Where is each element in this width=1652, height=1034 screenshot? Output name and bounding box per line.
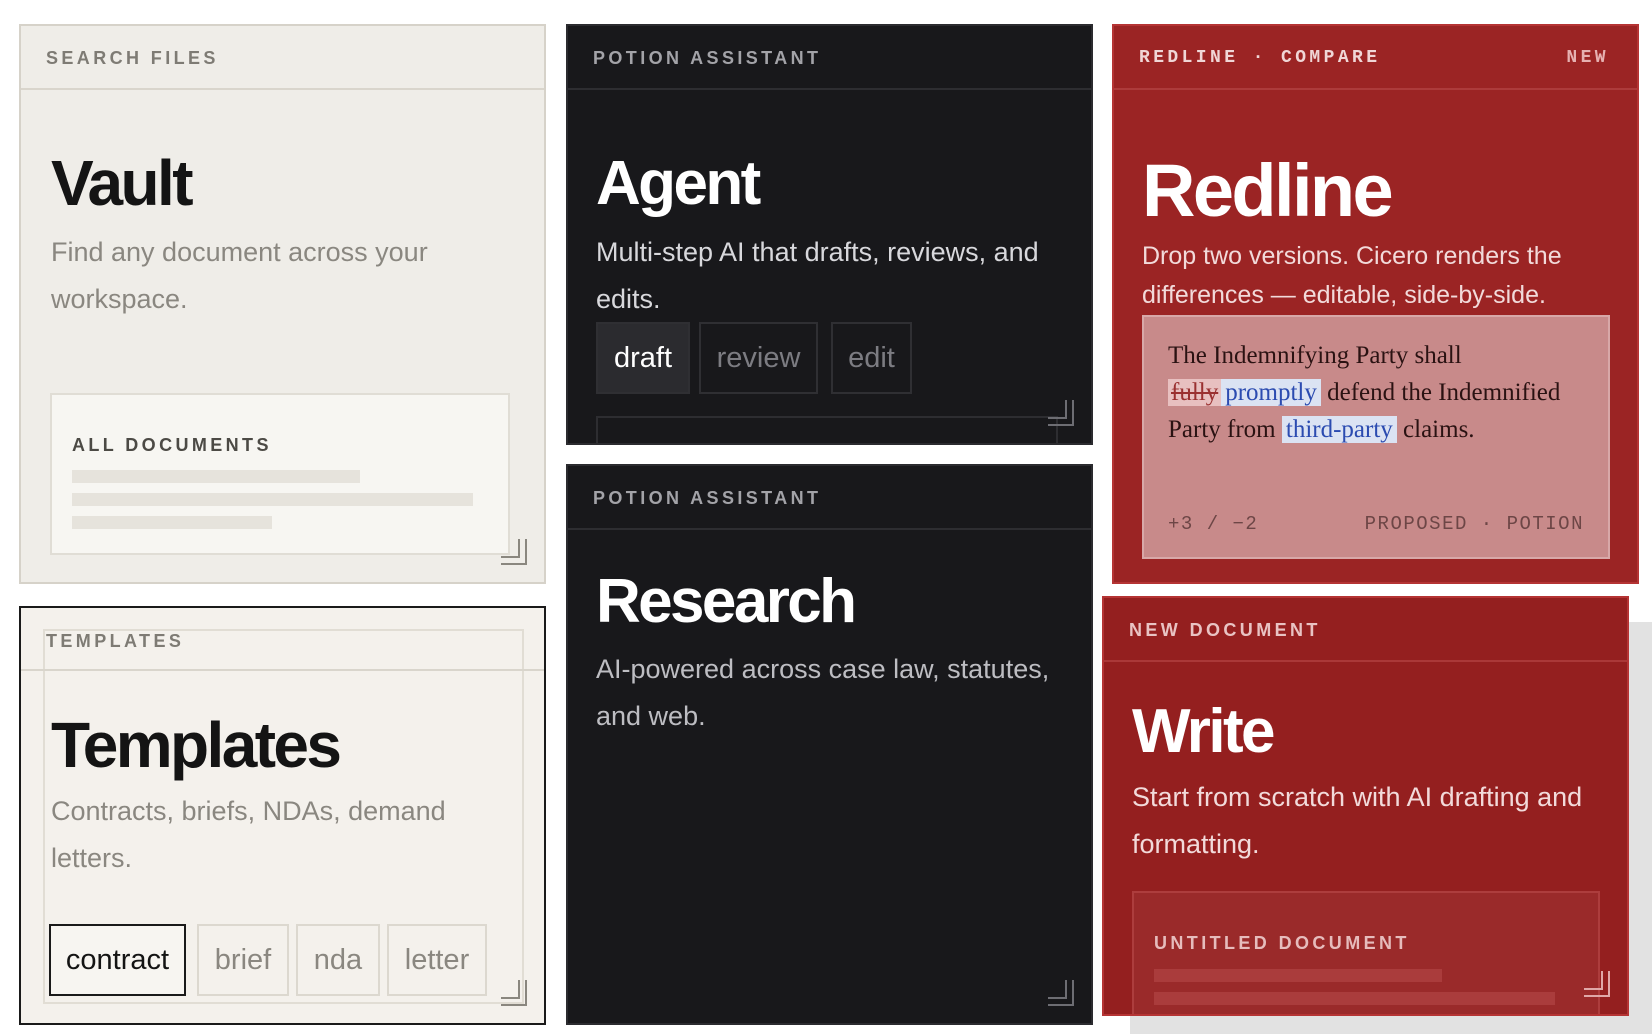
- redline-header: REDLINE · COMPARE NEW: [1114, 26, 1637, 90]
- proposal-status: PROPOSED · POTION: [1364, 513, 1584, 535]
- placeholder-line: [1154, 992, 1555, 1005]
- agent-title: Agent: [596, 149, 761, 218]
- doc-text: claims.: [1403, 416, 1475, 443]
- resize-corner-icon[interactable]: [501, 980, 527, 1006]
- placeholder-line: [1154, 969, 1442, 982]
- redline-header-label: REDLINE · COMPARE: [1139, 48, 1381, 68]
- agent-input-box[interactable]: [596, 416, 1058, 443]
- research-title: Research: [596, 567, 857, 636]
- vault-header: SEARCH FILES: [21, 26, 544, 90]
- redline-card[interactable]: REDLINE · COMPARE NEW Redline Drop two v…: [1112, 24, 1639, 584]
- resize-corner-icon[interactable]: [501, 539, 527, 565]
- write-card[interactable]: NEW DOCUMENT Write Start from scratch wi…: [1102, 596, 1629, 1016]
- agent-card[interactable]: POTION ASSISTANT Agent Multi-step AI tha…: [566, 24, 1093, 445]
- templates-card[interactable]: TEMPLATES Templates Contracts, briefs, N…: [19, 606, 546, 1025]
- write-description: Start from scratch with AI drafting and …: [1132, 782, 1583, 859]
- redline-description: Drop two versions. Cicero renders the di…: [1142, 242, 1562, 309]
- all-documents-label: ALL DOCUMENTS: [72, 435, 272, 455]
- deleted-text[interactable]: fully: [1168, 379, 1222, 406]
- write-header: NEW DOCUMENT: [1104, 598, 1627, 662]
- change-stats: +3 / −2: [1168, 513, 1259, 535]
- inserted-text[interactable]: promptly: [1221, 379, 1321, 406]
- vault-card[interactable]: SEARCH FILES Vault Find any document acr…: [19, 24, 546, 584]
- chip-brief[interactable]: brief: [197, 924, 289, 996]
- redline-document-preview[interactable]: The Indemnifying Party shall fully prompt…: [1142, 315, 1610, 559]
- vault-title: Vault: [51, 147, 194, 219]
- vault-description: Find any document across your workspace.: [51, 237, 428, 314]
- research-header: POTION ASSISTANT: [568, 466, 1091, 530]
- new-badge: NEW: [1566, 48, 1609, 68]
- resize-corner-icon[interactable]: [1584, 971, 1610, 997]
- inserted-text[interactable]: third-party: [1281, 416, 1397, 443]
- chip-draft[interactable]: draft: [596, 322, 690, 394]
- placeholder-line: [72, 493, 473, 506]
- untitled-document-panel[interactable]: UNTITLED DOCUMENT: [1132, 891, 1600, 1014]
- agent-header: POTION ASSISTANT: [568, 26, 1091, 90]
- agent-description: Multi-step AI that drafts, reviews, and …: [596, 237, 1039, 314]
- resize-corner-icon[interactable]: [1048, 980, 1074, 1006]
- redline-doc-footer: +3 / −2 PROPOSED · POTION: [1168, 513, 1584, 535]
- redline-title: Redline: [1142, 149, 1394, 232]
- research-card[interactable]: POTION ASSISTANT Research AI-powered acr…: [566, 464, 1093, 1025]
- doc-text: The Indemnifying Party shall: [1168, 342, 1462, 369]
- templates-title: Templates: [51, 709, 342, 781]
- chip-letter[interactable]: letter: [387, 924, 487, 996]
- chip-contract[interactable]: contract: [49, 924, 186, 996]
- chip-edit[interactable]: edit: [831, 322, 912, 394]
- research-description: AI-powered across case law, statutes, an…: [596, 654, 1050, 731]
- redline-document-text: The Indemnifying Party shall fully prompt…: [1168, 337, 1578, 448]
- write-title: Write: [1132, 697, 1275, 766]
- resize-corner-icon[interactable]: [1048, 400, 1074, 426]
- all-documents-panel[interactable]: ALL DOCUMENTS: [50, 393, 510, 555]
- chip-nda[interactable]: nda: [296, 924, 380, 996]
- chip-review[interactable]: review: [699, 322, 818, 394]
- placeholder-line: [72, 516, 272, 529]
- placeholder-line: [72, 470, 360, 483]
- templates-description: Contracts, briefs, NDAs, demand letters.: [51, 796, 446, 873]
- templates-header: TEMPLATES: [21, 608, 544, 671]
- untitled-document-label: UNTITLED DOCUMENT: [1154, 933, 1410, 953]
